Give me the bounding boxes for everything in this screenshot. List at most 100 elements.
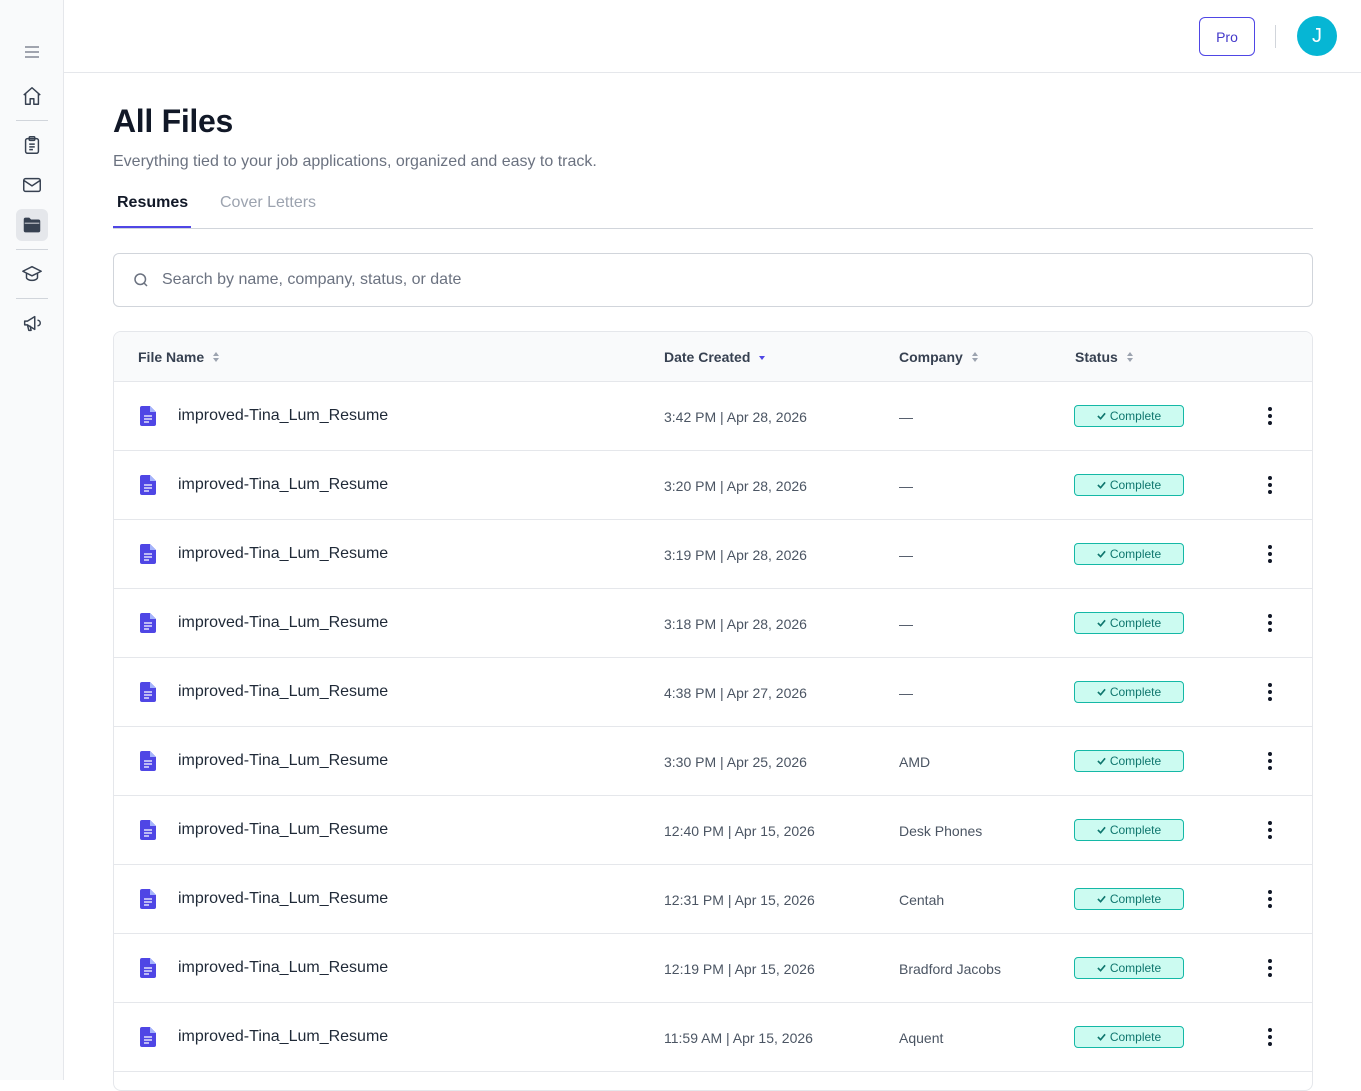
table-row[interactable]: improved-Tina_Lum_Resume 3:42 PM | Apr 28… (114, 382, 1312, 451)
table-row[interactable]: improved-Tina_Lum_Resume 12:40 PM | Apr 1… (114, 796, 1312, 865)
page-title: All Files (113, 103, 234, 139)
check-icon (1097, 412, 1106, 420)
file-name[interactable]: improved-Tina_Lum_Resume (178, 545, 388, 563)
company-name: — (899, 616, 913, 632)
company-name: — (899, 478, 913, 494)
more-options-icon[interactable] (1264, 682, 1276, 702)
date-created: 11:59 AM | Apr 15, 2026 (664, 1030, 813, 1046)
sidebar (0, 0, 64, 1080)
menu-icon[interactable] (16, 36, 48, 68)
tab-resumes[interactable]: Resumes (113, 194, 191, 228)
date-created: 3:30 PM | Apr 25, 2026 (664, 754, 807, 770)
status-label: Complete (1109, 685, 1162, 699)
tab-cover-letters[interactable]: Cover Letters (216, 194, 320, 228)
company-name: AMD (899, 754, 931, 770)
status-badge: Complete (1074, 474, 1184, 496)
company-name: Bradford Jacobs (899, 961, 1001, 977)
date-created: 3:42 PM | Apr 28, 2026 (664, 409, 807, 425)
check-icon (1097, 826, 1106, 834)
folder-icon[interactable] (16, 209, 48, 241)
table-header: File Name Date Created Company Status (114, 332, 1312, 382)
status-label: Complete (1109, 478, 1162, 492)
column-label: Date Created (664, 349, 751, 365)
megaphone-icon[interactable] (16, 307, 48, 339)
clipboard-icon[interactable] (16, 129, 48, 161)
column-label: File Name (138, 349, 205, 365)
file-name[interactable]: improved-Tina_Lum_Resume (178, 614, 388, 632)
file-name[interactable]: improved-Tina_Lum_Resume (178, 752, 388, 770)
status-badge: Complete (1074, 612, 1184, 634)
files-table: File Name Date Created Company Status im… (113, 331, 1313, 1091)
more-options-icon[interactable] (1264, 820, 1276, 840)
date-created: 4:38 PM | Apr 27, 2026 (664, 685, 807, 701)
status-label: Complete (1109, 1030, 1162, 1044)
search-input[interactable] (162, 271, 1262, 289)
file-name[interactable]: improved-Tina_Lum_Resume (178, 890, 388, 908)
check-icon (1097, 757, 1106, 765)
column-header-status[interactable]: Status (1075, 349, 1134, 365)
pro-button[interactable]: Pro (1199, 17, 1255, 56)
status-badge: Complete (1074, 543, 1184, 565)
table-row[interactable]: improved-Tina_Lum_Resume 11:59 AM | Apr 1… (114, 1003, 1312, 1072)
status-badge: Complete (1074, 819, 1184, 841)
document-icon (140, 889, 156, 909)
document-icon (140, 820, 156, 840)
date-created: 3:20 PM | Apr 28, 2026 (664, 478, 807, 494)
date-created: 3:19 PM | Apr 28, 2026 (664, 547, 807, 563)
file-name[interactable]: improved-Tina_Lum_Resume (178, 476, 388, 494)
table-row[interactable]: improved-Tina_Lum_Resume 3:18 PM | Apr 28… (114, 589, 1312, 658)
column-header-date-created[interactable]: Date Created (664, 349, 766, 365)
table-row[interactable]: improved-Tina_Lum_Resume 3:20 PM | Apr 28… (114, 451, 1312, 520)
file-name[interactable]: improved-Tina_Lum_Resume (178, 683, 388, 701)
more-options-icon[interactable] (1264, 1027, 1276, 1047)
check-icon (1097, 1033, 1106, 1041)
more-options-icon[interactable] (1264, 475, 1276, 495)
top-bar: Pro J (64, 0, 1361, 73)
company-name: Aquent (899, 1030, 944, 1046)
table-row[interactable]: improved-Tina_Lum_Resume 3:19 PM | Apr 28… (114, 520, 1312, 589)
mail-icon[interactable] (16, 169, 48, 201)
sidebar-divider (16, 298, 48, 299)
more-options-icon[interactable] (1264, 751, 1276, 771)
company-name: — (899, 547, 913, 563)
column-label: Company (899, 349, 963, 365)
sidebar-divider (16, 120, 48, 121)
more-options-icon[interactable] (1264, 406, 1276, 426)
search-bar (113, 253, 1313, 307)
status-label: Complete (1109, 409, 1162, 423)
column-header-file-name[interactable]: File Name (138, 349, 220, 365)
file-name[interactable]: improved-Tina_Lum_Resume (178, 959, 388, 977)
date-created: 12:40 PM | Apr 15, 2026 (664, 823, 815, 839)
more-options-icon[interactable] (1264, 889, 1276, 909)
file-name[interactable]: improved-Tina_Lum_Resume (178, 1028, 388, 1046)
column-header-company[interactable]: Company (899, 349, 979, 365)
page-subtitle: Everything tied to your job applications… (113, 153, 597, 170)
date-created: 12:31 PM | Apr 15, 2026 (664, 892, 815, 908)
company-name: Desk Phones (899, 823, 983, 839)
avatar[interactable]: J (1297, 16, 1337, 56)
file-name[interactable]: improved-Tina_Lum_Resume (178, 407, 388, 425)
company-name: Centah (899, 892, 945, 908)
check-icon (1097, 895, 1106, 903)
table-row[interactable]: improved-Tina_Lum_Resume 12:31 PM | Apr 1… (114, 865, 1312, 934)
search-icon (132, 271, 150, 289)
table-row[interactable]: improved-Tina_Lum_Resume 4:38 PM | Apr 27… (114, 658, 1312, 727)
table-row[interactable]: improved-Tina_Lum_Resume 12:19 PM | Apr 1… (114, 934, 1312, 1003)
status-label: Complete (1109, 823, 1162, 837)
more-options-icon[interactable] (1264, 958, 1276, 978)
status-badge: Complete (1074, 681, 1184, 703)
status-label: Complete (1109, 616, 1162, 630)
check-icon (1097, 619, 1106, 627)
more-options-icon[interactable] (1264, 613, 1276, 633)
graduation-cap-icon[interactable] (16, 258, 48, 290)
status-label: Complete (1109, 892, 1162, 906)
more-options-icon[interactable] (1264, 544, 1276, 564)
sort-icon (213, 352, 220, 362)
check-icon (1097, 481, 1106, 489)
table-row[interactable]: improved-Tina_Lum_Resume 3:30 PM | Apr 25… (114, 727, 1312, 796)
file-name[interactable]: improved-Tina_Lum_Resume (178, 821, 388, 839)
document-icon (140, 958, 156, 978)
document-icon (140, 475, 156, 495)
sidebar-divider (16, 249, 48, 250)
home-icon[interactable] (16, 80, 48, 112)
